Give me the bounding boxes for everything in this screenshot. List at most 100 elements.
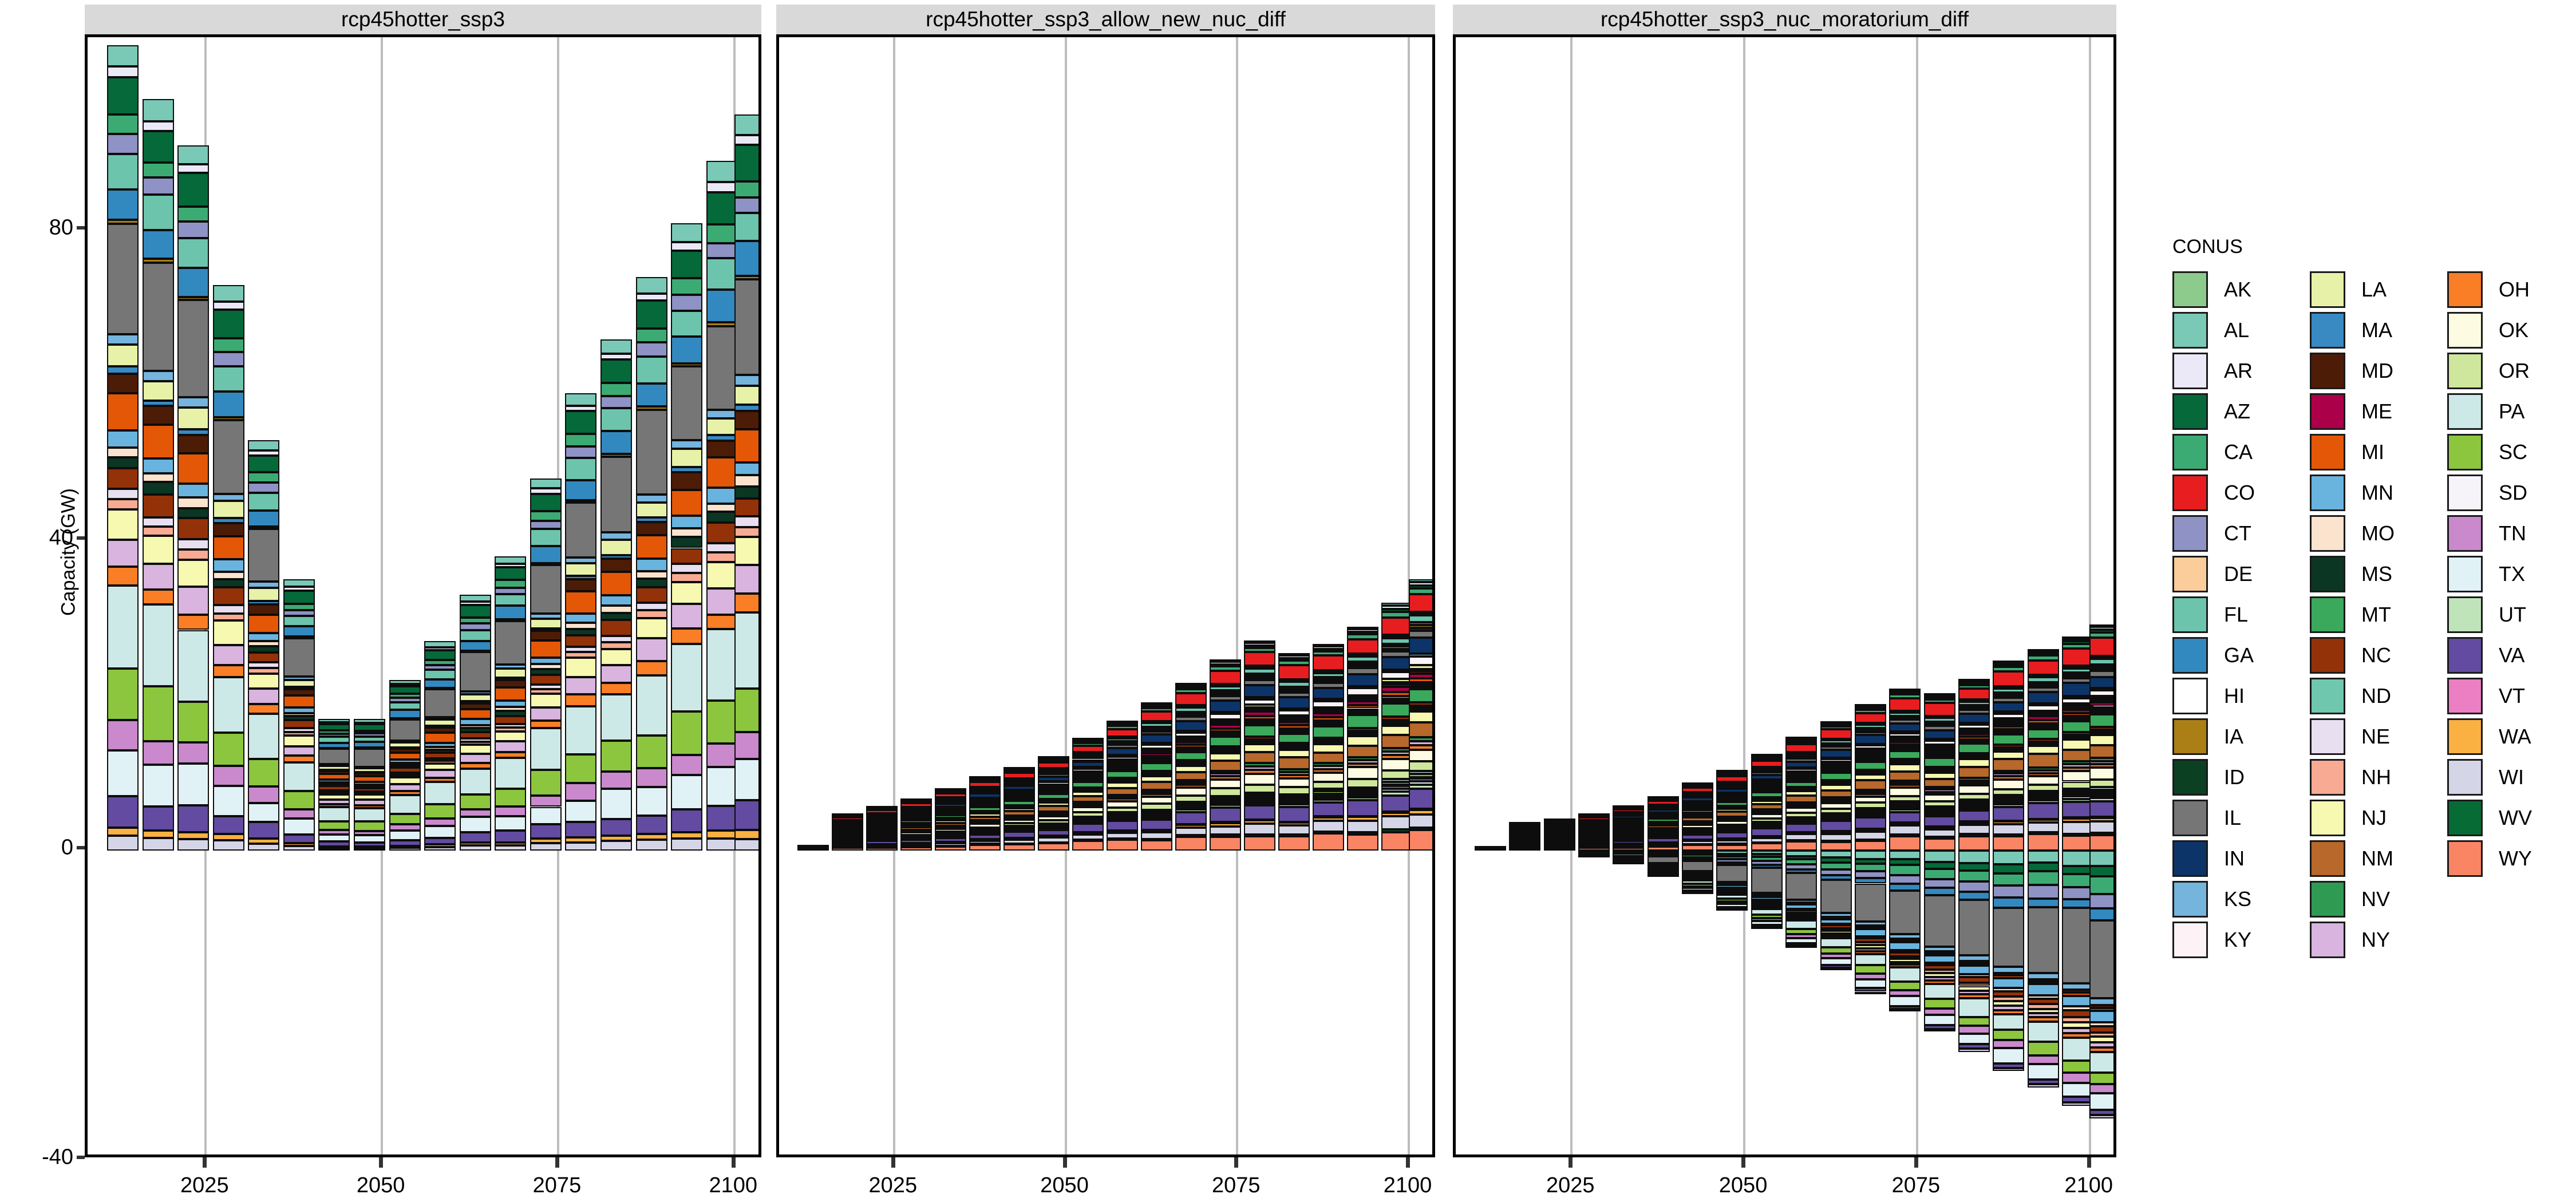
legend-key-label[interactable]: OK (2499, 318, 2528, 342)
legend-key-label[interactable]: OR (2499, 359, 2530, 383)
legend-key-label[interactable]: DE (2224, 562, 2253, 586)
legend-key-swatch[interactable] (2310, 718, 2345, 755)
legend-key-swatch[interactable] (2310, 271, 2345, 308)
legend-key-label[interactable]: MN (2361, 481, 2393, 505)
legend-key-label[interactable]: VT (2499, 684, 2525, 708)
legend-key-swatch[interactable] (2447, 718, 2483, 755)
legend-key-swatch[interactable] (2172, 922, 2208, 958)
legend-key-swatch[interactable] (2172, 393, 2208, 430)
legend-key-swatch[interactable] (2447, 271, 2483, 308)
legend-key-swatch[interactable] (2172, 475, 2208, 511)
legend-key-swatch[interactable] (2310, 678, 2345, 714)
legend-key-label[interactable]: IN (2224, 847, 2245, 871)
legend-key-swatch[interactable] (2310, 434, 2345, 470)
legend-key-swatch[interactable] (2310, 881, 2345, 918)
legend-key-label[interactable]: TN (2499, 521, 2526, 545)
legend-key-swatch[interactable] (2310, 393, 2345, 430)
legend-key-swatch[interactable] (2447, 353, 2483, 389)
legend-key-swatch[interactable] (2447, 840, 2483, 877)
legend-key-label[interactable]: GA (2224, 643, 2254, 667)
stacked-bar (1647, 796, 1679, 851)
legend-key-label[interactable]: VA (2499, 643, 2524, 667)
legend-key-swatch[interactable] (2310, 353, 2345, 389)
legend-key-label[interactable]: MI (2361, 440, 2384, 464)
legend-key-label[interactable]: UT (2499, 603, 2526, 627)
legend-key-swatch[interactable] (2447, 556, 2483, 592)
legend-key-label[interactable]: WV (2499, 806, 2532, 830)
legend-key-swatch[interactable] (2447, 759, 2483, 796)
legend-key-label[interactable]: MT (2361, 603, 2391, 627)
legend-key-label[interactable]: CT (2224, 521, 2251, 545)
legend-key-swatch[interactable] (2172, 312, 2208, 349)
legend-key-swatch[interactable] (2447, 800, 2483, 836)
legend-key-swatch[interactable] (2447, 434, 2483, 470)
legend-key-swatch[interactable] (2172, 271, 2208, 308)
legend-key-swatch[interactable] (2172, 678, 2208, 714)
legend-key-swatch[interactable] (2310, 556, 2345, 592)
legend-key-label[interactable]: MA (2361, 318, 2392, 342)
legend-key-swatch[interactable] (2172, 759, 2208, 796)
legend-key-swatch[interactable] (2172, 881, 2208, 918)
legend-key-label[interactable]: MO (2361, 521, 2395, 545)
legend-key-label[interactable]: HI (2224, 684, 2245, 708)
legend-key-swatch[interactable] (2172, 353, 2208, 389)
legend-key-swatch[interactable] (2310, 800, 2345, 836)
legend-key-label[interactable]: IA (2224, 725, 2243, 749)
legend-key-swatch[interactable] (2172, 800, 2208, 836)
legend-key-label[interactable]: NE (2361, 725, 2390, 749)
legend-key-label[interactable]: NV (2361, 887, 2390, 911)
legend-key-swatch[interactable] (2447, 515, 2483, 552)
legend-key-swatch[interactable] (2172, 596, 2208, 633)
legend-key-label[interactable]: IL (2224, 806, 2241, 830)
legend-key-label[interactable]: MD (2361, 359, 2393, 383)
legend-key-label[interactable]: NM (2361, 847, 2393, 871)
legend-key-label[interactable]: KS (2224, 887, 2251, 911)
legend-key-label[interactable]: ID (2224, 765, 2245, 789)
legend-key-label[interactable]: ME (2361, 400, 2392, 424)
legend-key-swatch[interactable] (2172, 434, 2208, 470)
legend-key-label[interactable]: SD (2499, 481, 2527, 505)
legend-key-swatch[interactable] (2172, 556, 2208, 592)
legend-key-swatch[interactable] (2447, 393, 2483, 430)
legend-key-label[interactable]: AZ (2224, 400, 2250, 424)
legend-key-label[interactable]: KY (2224, 928, 2251, 952)
legend-key-label[interactable]: AL (2224, 318, 2249, 342)
legend-key-swatch[interactable] (2447, 475, 2483, 511)
legend-key-swatch[interactable] (2310, 922, 2345, 958)
legend-key-label[interactable]: TX (2499, 562, 2525, 586)
legend-key-swatch[interactable] (2310, 840, 2345, 877)
legend-key-swatch[interactable] (2310, 515, 2345, 552)
legend-key-label[interactable]: LA (2361, 278, 2387, 302)
legend-key-swatch[interactable] (2310, 759, 2345, 796)
legend-key-label[interactable]: NH (2361, 765, 2391, 789)
legend-key-label[interactable]: MS (2361, 562, 2392, 586)
legend-key-swatch[interactable] (2310, 475, 2345, 511)
legend-key-label[interactable]: NC (2361, 643, 2391, 667)
legend-key-label[interactable]: AR (2224, 359, 2253, 383)
legend-key-swatch[interactable] (2172, 637, 2208, 674)
legend-key-label[interactable]: SC (2499, 440, 2527, 464)
legend-key-swatch[interactable] (2447, 678, 2483, 714)
legend-key-label[interactable]: PA (2499, 400, 2524, 424)
legend-key-label[interactable]: AK (2224, 278, 2251, 302)
legend-key-swatch[interactable] (2447, 312, 2483, 349)
legend-key-swatch[interactable] (2310, 596, 2345, 633)
bar-segment (212, 420, 244, 494)
legend-key-label[interactable]: WY (2499, 847, 2532, 871)
legend-key-label[interactable]: WI (2499, 765, 2524, 789)
legend-key-swatch[interactable] (2172, 840, 2208, 877)
legend-key-swatch[interactable] (2447, 637, 2483, 674)
legend-key-label[interactable]: NJ (2361, 806, 2387, 830)
legend-key-swatch[interactable] (2172, 515, 2208, 552)
legend-key-swatch[interactable] (2310, 637, 2345, 674)
legend-key-label[interactable]: WA (2499, 725, 2531, 749)
legend-key-swatch[interactable] (2310, 312, 2345, 349)
legend-key-label[interactable]: NY (2361, 928, 2390, 952)
legend-key-swatch[interactable] (2447, 596, 2483, 633)
legend-key-label[interactable]: CA (2224, 440, 2253, 464)
legend-key-swatch[interactable] (2172, 718, 2208, 755)
legend-key-label[interactable]: FL (2224, 603, 2248, 627)
legend-key-label[interactable]: ND (2361, 684, 2391, 708)
legend-key-label[interactable]: OH (2499, 278, 2530, 302)
legend-key-label[interactable]: CO (2224, 481, 2255, 505)
